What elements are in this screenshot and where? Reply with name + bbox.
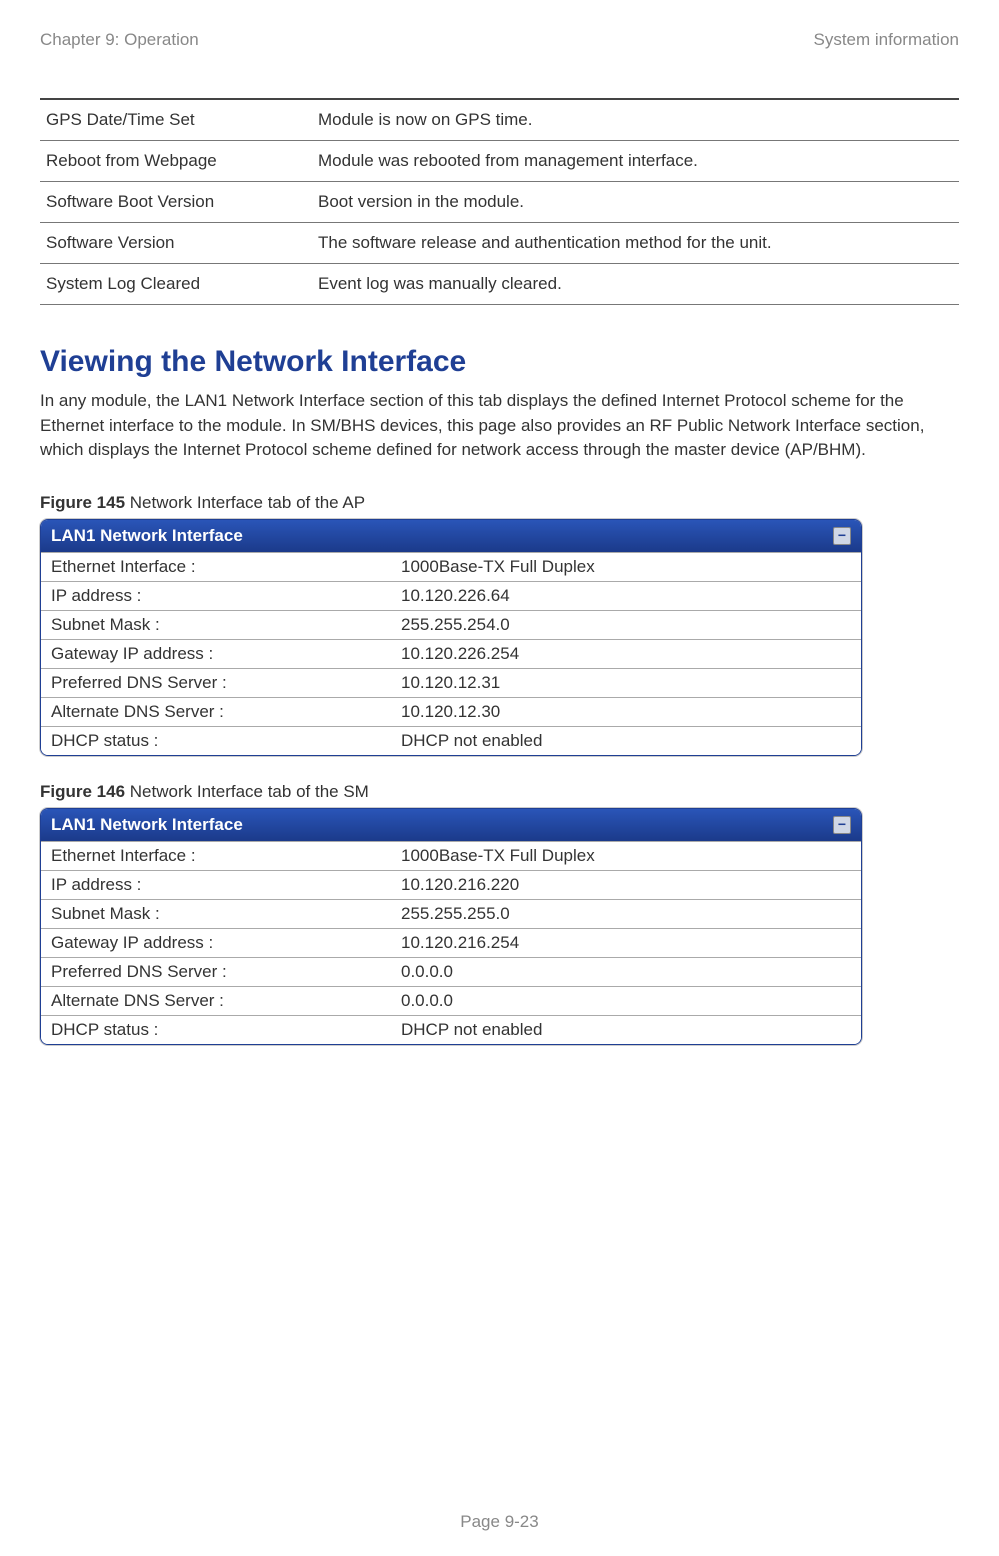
page-header: Chapter 9: Operation System information [40,30,959,50]
field-label: Alternate DNS Server : [41,697,391,726]
field-label: IP address : [41,581,391,610]
figure-label: Figure 145 [40,493,125,512]
field-label: DHCP status : [41,1015,391,1044]
table-row: Reboot from Webpage Module was rebooted … [40,141,959,182]
panel-table: Ethernet Interface :1000Base-TX Full Dup… [41,841,861,1044]
table-row: IP address :10.120.226.64 [41,581,861,610]
page-footer: Page 9-23 [0,1512,999,1532]
field-value: 10.120.12.30 [391,697,861,726]
panel-title: LAN1 Network Interface [51,815,243,835]
section-heading: Viewing the Network Interface [40,345,959,379]
figure-caption: Figure 146 Network Interface tab of the … [40,782,959,802]
lan1-panel-ap: LAN1 Network Interface − Ethernet Interf… [40,519,862,756]
event-name: GPS Date/Time Set [40,99,312,141]
field-value: 0.0.0.0 [391,986,861,1015]
panel-title: LAN1 Network Interface [51,526,243,546]
event-desc: Boot version in the module. [312,182,959,223]
header-right: System information [814,30,960,50]
field-label: Subnet Mask : [41,899,391,928]
table-row: System Log Cleared Event log was manuall… [40,264,959,305]
field-label: Subnet Mask : [41,610,391,639]
event-desc: Module was rebooted from management inte… [312,141,959,182]
field-value: 255.255.255.0 [391,899,861,928]
table-row: Gateway IP address :10.120.226.254 [41,639,861,668]
event-table: GPS Date/Time Set Module is now on GPS t… [40,98,959,305]
figure-caption-text: Network Interface tab of the AP [125,493,365,512]
field-value: 1000Base-TX Full Duplex [391,841,861,870]
table-row: Subnet Mask :255.255.254.0 [41,610,861,639]
event-desc: Event log was manually cleared. [312,264,959,305]
field-value: 1000Base-TX Full Duplex [391,552,861,581]
field-value: 255.255.254.0 [391,610,861,639]
field-label: Gateway IP address : [41,928,391,957]
field-value: 10.120.12.31 [391,668,861,697]
field-value: 10.120.216.254 [391,928,861,957]
field-value: 10.120.226.64 [391,581,861,610]
section-body: In any module, the LAN1 Network Interfac… [40,389,959,463]
field-label: Gateway IP address : [41,639,391,668]
panel-header[interactable]: LAN1 Network Interface − [41,809,861,841]
event-desc: Module is now on GPS time. [312,99,959,141]
event-name: Reboot from Webpage [40,141,312,182]
table-row: DHCP status :DHCP not enabled [41,726,861,755]
event-name: System Log Cleared [40,264,312,305]
field-value: DHCP not enabled [391,1015,861,1044]
header-left: Chapter 9: Operation [40,30,199,50]
field-label: Preferred DNS Server : [41,668,391,697]
field-label: IP address : [41,870,391,899]
table-row: Subnet Mask :255.255.255.0 [41,899,861,928]
lan1-panel-sm: LAN1 Network Interface − Ethernet Interf… [40,808,862,1045]
field-label: DHCP status : [41,726,391,755]
table-row: Software Boot Version Boot version in th… [40,182,959,223]
table-row: IP address :10.120.216.220 [41,870,861,899]
field-label: Ethernet Interface : [41,552,391,581]
field-value: 10.120.216.220 [391,870,861,899]
table-row: Gateway IP address :10.120.216.254 [41,928,861,957]
collapse-icon[interactable]: − [833,527,851,545]
table-row: Alternate DNS Server :10.120.12.30 [41,697,861,726]
field-value: DHCP not enabled [391,726,861,755]
figure-label: Figure 146 [40,782,125,801]
field-label: Alternate DNS Server : [41,986,391,1015]
figure-caption-text: Network Interface tab of the SM [125,782,369,801]
table-row: Alternate DNS Server :0.0.0.0 [41,986,861,1015]
table-row: Software Version The software release an… [40,223,959,264]
table-row: Preferred DNS Server :10.120.12.31 [41,668,861,697]
table-row: DHCP status :DHCP not enabled [41,1015,861,1044]
panel-header[interactable]: LAN1 Network Interface − [41,520,861,552]
event-desc: The software release and authentication … [312,223,959,264]
field-label: Preferred DNS Server : [41,957,391,986]
table-row: Ethernet Interface :1000Base-TX Full Dup… [41,841,861,870]
collapse-icon[interactable]: − [833,816,851,834]
table-row: GPS Date/Time Set Module is now on GPS t… [40,99,959,141]
event-name: Software Version [40,223,312,264]
table-row: Preferred DNS Server :0.0.0.0 [41,957,861,986]
event-name: Software Boot Version [40,182,312,223]
table-row: Ethernet Interface :1000Base-TX Full Dup… [41,552,861,581]
panel-table: Ethernet Interface :1000Base-TX Full Dup… [41,552,861,755]
figure-caption: Figure 145 Network Interface tab of the … [40,493,959,513]
field-value: 10.120.226.254 [391,639,861,668]
field-label: Ethernet Interface : [41,841,391,870]
field-value: 0.0.0.0 [391,957,861,986]
